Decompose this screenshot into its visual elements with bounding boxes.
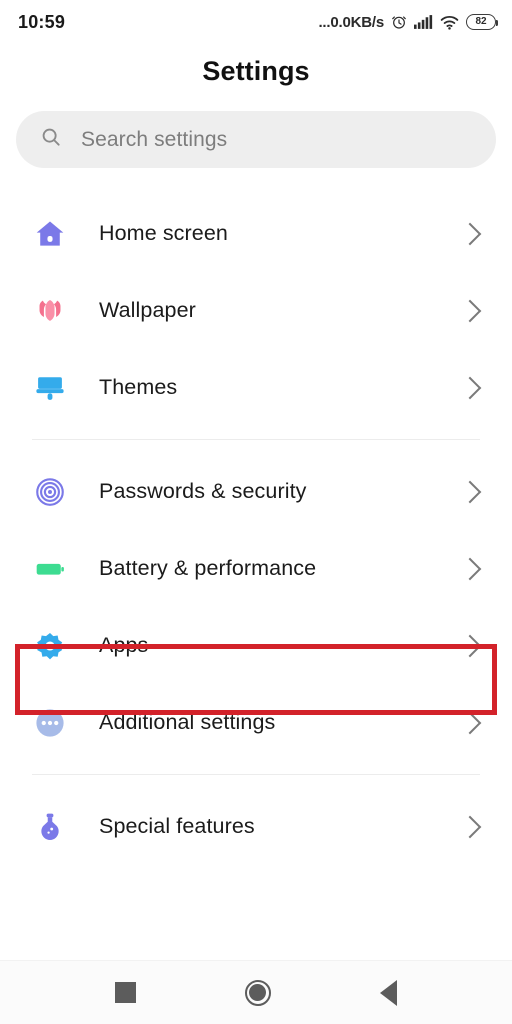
battery-status-icon: 82 <box>466 14 499 30</box>
chevron-right-icon <box>458 480 482 503</box>
page-title: Settings <box>202 56 310 86</box>
search-icon <box>40 126 62 153</box>
settings-row-passwords-security[interactable]: Passwords & security <box>0 453 512 530</box>
home-circle-icon[interactable] <box>244 979 271 1006</box>
search-placeholder: Search settings <box>81 127 228 151</box>
settings-row-label: Wallpaper <box>99 298 196 322</box>
settings-row-label: Passwords & security <box>99 479 307 503</box>
wifi-icon <box>440 15 459 30</box>
settings-row-themes[interactable]: Themes <box>0 349 512 426</box>
chevron-right-icon <box>458 815 482 838</box>
settings-row-label: Battery & performance <box>99 556 317 580</box>
status-clock: 10:59 <box>18 11 66 32</box>
chevron-right-icon <box>458 376 482 399</box>
gear-icon <box>31 627 69 665</box>
settings-list: Home screen Wallpaper Themes Passwords &… <box>0 195 512 865</box>
chevron-right-icon <box>458 711 482 734</box>
chevron-right-icon <box>458 557 482 580</box>
recents-square-icon[interactable] <box>114 982 136 1003</box>
settings-row-label: Additional settings <box>99 710 276 734</box>
settings-row-battery-performance[interactable]: Battery & performance <box>0 530 512 607</box>
status-bar: 10:59 ...0.0KB/s 82 <box>0 0 512 44</box>
settings-row-label: Special features <box>99 814 255 838</box>
potion-flask-icon <box>31 808 69 846</box>
more-dots-icon <box>31 704 69 742</box>
settings-row-label: Themes <box>99 375 178 399</box>
system-navigation-bar <box>0 960 512 1024</box>
settings-row-special-features[interactable]: Special features <box>0 788 512 865</box>
settings-screen: 10:59 ...0.0KB/s 82 Settings Search sett… <box>0 0 512 1024</box>
settings-row-wallpaper[interactable]: Wallpaper <box>0 272 512 349</box>
alarm-clock-icon <box>391 14 407 30</box>
battery-icon <box>31 550 69 588</box>
paintbrush-icon <box>31 369 69 407</box>
settings-row-label: Apps <box>99 633 149 657</box>
search-input[interactable]: Search settings <box>16 111 496 168</box>
settings-row-additional-settings[interactable]: Additional settings <box>0 684 512 761</box>
chevron-right-icon <box>458 299 482 322</box>
settings-row-label: Home screen <box>99 221 228 245</box>
cellular-signal-icon <box>414 14 433 30</box>
status-indicators: ...0.0KB/s 82 <box>318 13 499 31</box>
settings-row-home-screen[interactable]: Home screen <box>0 195 512 272</box>
settings-group-personalization: Home screen Wallpaper Themes <box>0 195 512 426</box>
chevron-right-icon <box>458 222 482 245</box>
chevron-right-icon <box>458 634 482 657</box>
network-speed-label: ...0.0KB/s <box>318 13 384 31</box>
home-icon <box>31 215 69 253</box>
back-triangle-icon[interactable] <box>380 979 398 1006</box>
settings-group-system: Passwords & security Battery & performan… <box>0 453 512 761</box>
fingerprint-icon <box>31 473 69 511</box>
flower-icon <box>31 292 69 330</box>
settings-row-apps[interactable]: Apps <box>0 607 512 684</box>
settings-group-special: Special features <box>0 788 512 865</box>
battery-level-label: 82 <box>475 16 487 27</box>
